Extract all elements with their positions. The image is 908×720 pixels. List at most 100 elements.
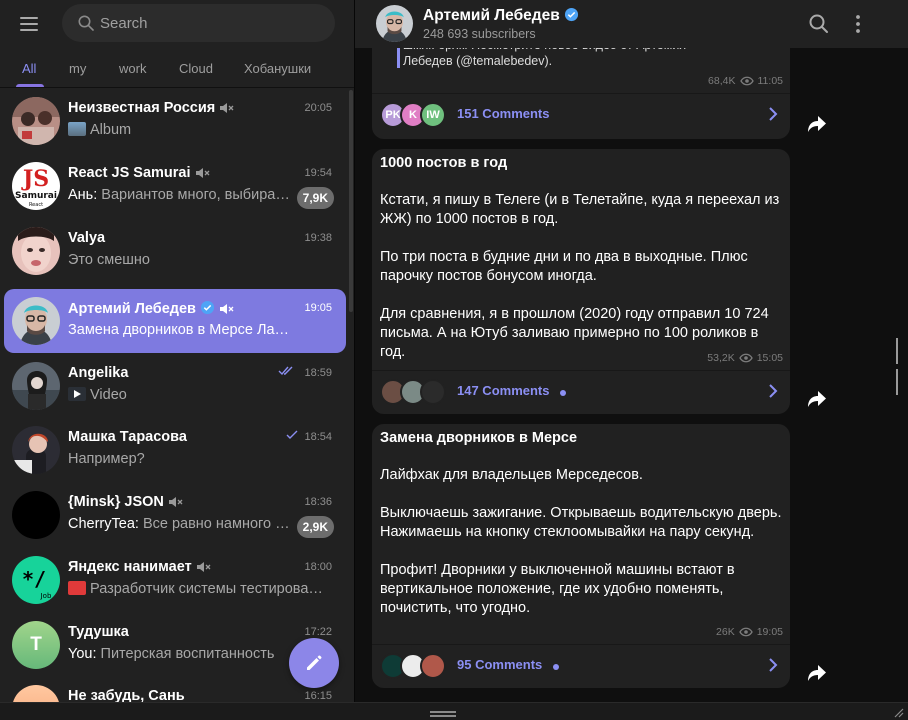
post-time: 15:05 <box>756 352 783 364</box>
chat-preview: Album <box>68 122 290 138</box>
chat-item-valya[interactable]: Valya 19:38 Это смешно <box>4 219 346 283</box>
chevron-right-icon <box>769 384 778 398</box>
post-meta: 53,2K 15:05 <box>707 352 783 364</box>
view-count: 26K <box>716 626 735 638</box>
channel-post: 1000 постов в год Кстати, я пишу в Телег… <box>372 149 790 414</box>
chat-preview: CherryTea: Все равно намного … <box>68 516 290 532</box>
tab-hobanushki[interactable]: Хобанушки <box>244 61 311 76</box>
chat-preview: Video <box>68 387 330 403</box>
compose-button[interactable] <box>289 638 339 688</box>
post-title: 1000 постов в год <box>380 155 508 171</box>
share-icon[interactable] <box>803 110 831 138</box>
view-count: 68,4K <box>708 75 736 87</box>
chat-time: 18:54 <box>304 431 332 443</box>
search-input[interactable] <box>100 4 320 42</box>
verified-icon <box>200 300 215 315</box>
chat-item-angelika[interactable]: Angelika 18:59 Video <box>4 354 346 418</box>
channel-title: Артемий Лебедев <box>423 7 560 24</box>
avatar-letter: T <box>30 634 42 655</box>
chat-preview: Ань: Вариантов много, выбира… <box>68 187 290 203</box>
avatar <box>12 491 60 539</box>
tab-my[interactable]: my <box>69 61 86 76</box>
chat-name: Машка Тарасова <box>68 429 187 445</box>
chat-item-yandex-nanimaet[interactable]: */ Job Яндекс нанимает 18:00 Разработчик… <box>4 548 346 612</box>
chat-item-artemiy-lebedev[interactable]: Артемий Лебедев 19:05 Замена дворников в… <box>4 289 346 353</box>
chat-item-neizvestnaya-rossiya[interactable]: Неизвестная Россия 20:05 Album <box>4 89 346 153</box>
svg-text:Samurai: Samurai <box>15 191 57 201</box>
chevron-right-icon <box>769 658 778 672</box>
avatar <box>12 426 60 474</box>
chat-name: React JS Samurai <box>68 165 191 181</box>
channel-avatar[interactable] <box>376 5 413 42</box>
chat-time: 20:05 <box>304 102 332 114</box>
sender-name: Ань <box>68 187 94 203</box>
pencil-icon <box>307 655 322 670</box>
window-resize-grip-icon[interactable] <box>892 706 904 718</box>
chat-item-mashka-tarasova[interactable]: Машка Тарасова 18:54 Например? <box>4 418 346 482</box>
post-meta: 68,4K 11:05 <box>708 75 783 87</box>
post-title: Замена дворников в Мерсе <box>380 430 578 446</box>
view-count: 53,2K <box>707 352 735 364</box>
avatar: JS Samurai React <box>12 162 60 210</box>
chat-list-panel: All my work Cloud Хобанушки Неизвестная … <box>0 0 354 720</box>
video-thumbnail-icon <box>68 387 86 401</box>
post-time: 19:05 <box>756 626 783 638</box>
post-body: Кстати, я пишу в Телеге (и в Телетайпе, … <box>380 192 780 360</box>
channel-panel: Артемий Лебедев 248 693 subscribers шмяк… <box>354 0 908 720</box>
comments-button[interactable]: 147 Comments <box>372 370 790 410</box>
svg-text:JS: JS <box>21 166 49 192</box>
share-icon[interactable] <box>803 385 831 413</box>
share-icon[interactable] <box>803 659 831 687</box>
chat-item-react-js-samurai[interactable]: JS Samurai React React JS Samurai 19:54 … <box>4 154 346 218</box>
menu-icon[interactable] <box>20 17 38 31</box>
tab-cloud[interactable]: Cloud <box>179 61 213 76</box>
chat-name: Тудушка <box>68 624 129 640</box>
avatar <box>12 227 60 275</box>
chat-list: Неизвестная Россия 20:05 Album JS Samura… <box>0 88 354 720</box>
chat-name: Неизвестная Россия <box>68 100 216 116</box>
avatar <box>12 297 60 345</box>
more-options-icon[interactable] <box>846 12 870 36</box>
chat-time: 18:59 <box>304 367 332 379</box>
eye-icon <box>739 76 754 86</box>
comments-count: 151 Comments <box>457 106 550 121</box>
tab-work[interactable]: work <box>119 61 146 76</box>
chat-item-minsk-json[interactable]: {Minsk} JSON 18:36 CherryTea: Все равно … <box>4 483 346 547</box>
chat-time: 19:54 <box>304 167 332 179</box>
bottom-resize-handle[interactable] <box>430 711 456 719</box>
comments-button[interactable]: PK K IW 151 Comments <box>372 93 790 133</box>
channel-header[interactable]: Артемий Лебедев 248 693 subscribers <box>355 0 908 48</box>
comments-button[interactable]: 95 Comments <box>372 644 790 684</box>
avatar <box>12 97 60 145</box>
commenter-avatar <box>420 379 446 405</box>
avatar <box>12 362 60 410</box>
muted-icon <box>196 562 211 573</box>
sender-name: CherryTea <box>68 516 135 532</box>
chat-preview: Разработчик системы тестирова… <box>68 581 330 597</box>
chat-list-scrollbar[interactable] <box>349 90 353 312</box>
search-box[interactable] <box>62 4 335 42</box>
muted-icon <box>220 103 234 114</box>
image-thumbnail-icon <box>68 581 86 595</box>
chat-time: 19:38 <box>304 232 332 244</box>
verified-icon <box>564 7 578 22</box>
chevron-right-icon <box>769 107 778 121</box>
double-check-icon <box>278 366 293 376</box>
album-thumbnail-icon <box>68 122 86 136</box>
avatar: */ Job <box>12 556 60 604</box>
chat-name: Яндекс нанимает <box>68 559 192 575</box>
side-panel-resize-handle[interactable] <box>896 338 902 395</box>
chat-time: 19:05 <box>304 302 332 314</box>
chat-time: 18:36 <box>304 496 332 508</box>
commenter-avatar: IW <box>420 102 446 128</box>
tab-all[interactable]: All <box>22 61 36 76</box>
avatar: T <box>12 621 60 669</box>
chat-name: Angelika <box>68 365 129 381</box>
muted-icon <box>195 168 209 179</box>
comments-count: 147 Comments <box>457 383 550 398</box>
chat-name: {Minsk} JSON <box>68 494 164 510</box>
post-time: 11:05 <box>757 75 784 87</box>
new-comments-dot <box>560 390 566 396</box>
chat-preview: Это смешно <box>68 252 150 268</box>
search-icon[interactable] <box>807 12 831 36</box>
